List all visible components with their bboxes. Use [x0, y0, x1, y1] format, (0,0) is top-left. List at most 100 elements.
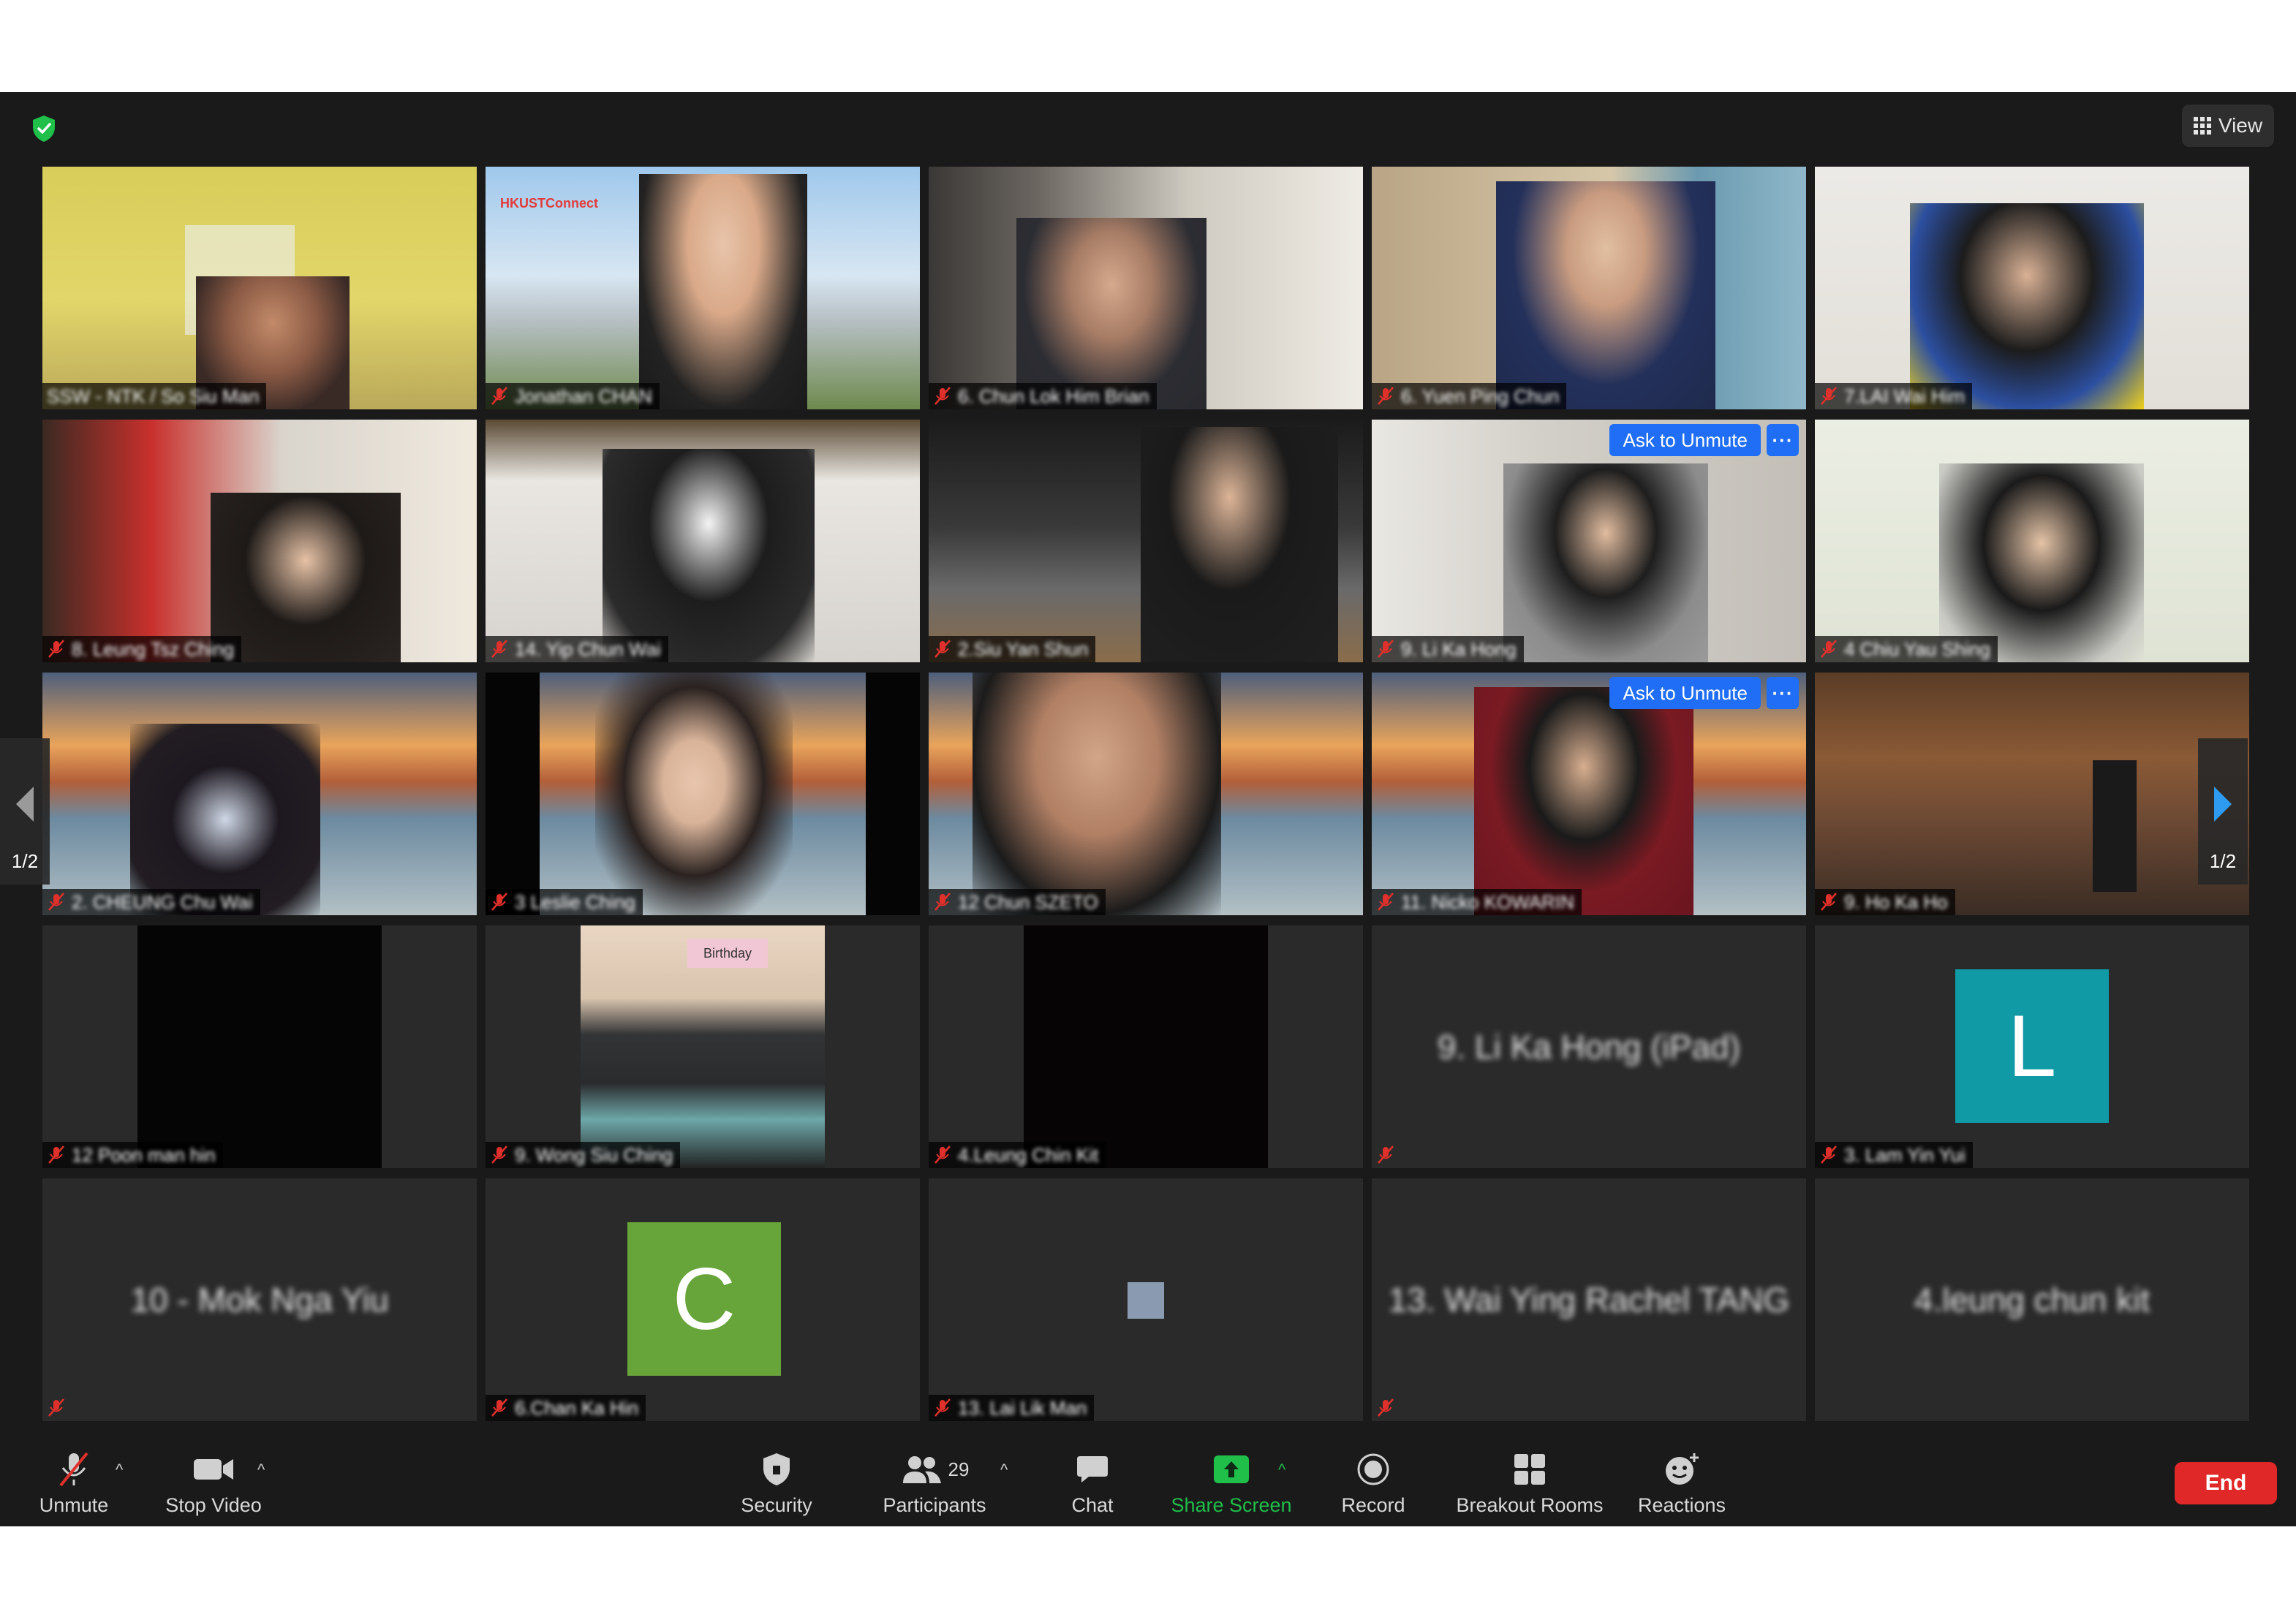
page-indicator: 1/2 — [2209, 850, 2237, 872]
participant-name-bar: 9. Li Ka Hong — [1372, 636, 1524, 662]
participant-name: 14. Yip Chun Wai — [515, 637, 661, 660]
caret-up-icon[interactable]: ^ — [1278, 1461, 1285, 1480]
page-indicator: 1/2 — [11, 850, 39, 872]
participant-name: 12 Chun SZETO — [958, 890, 1098, 913]
video-tile[interactable]: 4.Leung Chin Kit — [929, 925, 1363, 1168]
mic-muted-icon — [48, 893, 64, 911]
participant-name-centered: 10 - Mok Nga Yiu — [130, 1281, 389, 1319]
mic-muted-icon — [1821, 893, 1837, 911]
unmute-button[interactable]: Unmute — [34, 1449, 114, 1522]
chevron-left-icon — [16, 787, 34, 822]
participant-name-bar: 9. Ho Ka Ho — [1815, 889, 1955, 915]
mic-muted-icon — [934, 640, 951, 658]
participant-name-bar — [42, 1395, 73, 1421]
mic-muted-icon — [491, 893, 507, 911]
video-tile[interactable]: L 3. Lam Yin Yui — [1815, 925, 2249, 1168]
video-tile[interactable]: 4 Chiu Yau Shing — [1815, 420, 2249, 662]
record-button[interactable]: Record — [1328, 1449, 1419, 1522]
video-tile[interactable]: 2.Siu Yan Shun — [929, 420, 1363, 662]
mic-muted-icon — [491, 640, 507, 658]
mic-muted-icon — [934, 387, 951, 405]
hkust-connect-logo: HKUSTConnect — [500, 196, 598, 211]
reactions-button[interactable]: Reactions — [1631, 1449, 1733, 1522]
caret-up-icon[interactable]: ^ — [116, 1461, 123, 1480]
video-tile[interactable]: C 6.Chan Ka Hin — [486, 1178, 920, 1421]
breakout-rooms-label: Breakout Rooms — [1456, 1494, 1604, 1516]
video-tile-active-speaker[interactable]: SSW - NTK / So Siu Man — [42, 167, 477, 409]
mic-muted-icon — [1378, 893, 1394, 911]
participant-name: 4 Chiu Yau Shing — [1844, 637, 1990, 660]
more-options-button[interactable]: ··· — [1767, 424, 1799, 456]
stop-video-button[interactable]: Stop Video — [162, 1449, 265, 1522]
mic-muted-icon — [1378, 387, 1394, 405]
video-tile[interactable]: Birthday 9. Wong Siu Ching — [486, 925, 920, 1168]
more-options-button[interactable]: ··· — [1767, 677, 1799, 709]
participant-name: 9. Li Ka Hong — [1401, 637, 1517, 660]
security-shield-icon — [763, 1453, 790, 1485]
video-tile[interactable]: 12 Chun SZETO — [929, 673, 1363, 915]
participant-name-bar: 12 Chun SZETO — [929, 889, 1106, 915]
participant-name-bar: 9. Wong Siu Ching — [486, 1142, 681, 1168]
view-label: View — [2218, 114, 2263, 137]
breakout-rooms-icon — [1514, 1454, 1545, 1485]
participant-name: 7.LAI Wai Him — [1844, 385, 1965, 407]
next-page-button[interactable]: 1/2 — [2198, 738, 2248, 885]
mic-muted-icon — [1821, 640, 1837, 658]
video-tile[interactable]: 4.leung chun kit — [1815, 1178, 2249, 1421]
video-tile[interactable]: 8. Leung Tsz Ching — [42, 420, 477, 662]
caret-up-icon[interactable]: ^ — [1000, 1461, 1008, 1480]
participants-icon — [902, 1456, 941, 1483]
shield-check-icon[interactable] — [31, 114, 57, 143]
mic-muted-icon — [934, 893, 951, 911]
participant-name-bar: 6.Chan Ka Hin — [486, 1395, 646, 1421]
previous-page-button[interactable]: 1/2 — [0, 738, 50, 885]
caret-up-icon[interactable]: ^ — [257, 1461, 265, 1480]
video-tile[interactable]: 2. CHEUNG Chu Wai — [42, 673, 477, 915]
end-meeting-button[interactable]: End — [2175, 1462, 2277, 1504]
ask-to-unmute-button[interactable]: Ask to Unmute — [1609, 677, 1761, 709]
participant-name-bar: 12 Poon man hin — [42, 1142, 223, 1168]
participant-name-bar — [1372, 1395, 1402, 1421]
ask-to-unmute-button[interactable]: Ask to Unmute — [1609, 424, 1761, 456]
video-tile[interactable]: 13. Lai Lik Man — [929, 1178, 1363, 1421]
reactions-icon — [1666, 1453, 1699, 1485]
video-tile[interactable]: 7.LAI Wai Him — [1815, 167, 2249, 409]
chevron-right-icon — [2214, 787, 2232, 822]
video-tile[interactable]: 6. Yuen Ping Chun — [1372, 167, 1806, 409]
chat-label: Chat — [1071, 1494, 1114, 1516]
security-button[interactable]: Security — [733, 1449, 820, 1522]
mic-muted-icon — [934, 1398, 951, 1417]
meeting-toolbar: Unmute ^ Stop Video ^ Security 29 Partic… — [0, 1442, 2296, 1526]
mic-muted-icon — [59, 1452, 88, 1487]
participant-name-bar: 4.Leung Chin Kit — [929, 1142, 1106, 1168]
mic-muted-icon — [1378, 640, 1394, 658]
video-tile[interactable]: 6. Chun Lok Him Brian — [929, 167, 1363, 409]
video-tile[interactable]: Ask to Unmute ··· 9. Li Ka Hong — [1372, 420, 1806, 662]
video-tile[interactable]: 12 Poon man hin — [42, 925, 477, 1168]
view-button[interactable]: View — [2182, 105, 2274, 147]
participant-name-bar: 2.Siu Yan Shun — [929, 636, 1096, 662]
video-tile[interactable]: 13. Wai Ying Rachel TANG — [1372, 1178, 1806, 1421]
video-tile[interactable]: 3 Leslie Ching — [486, 673, 920, 915]
mic-muted-icon — [48, 1398, 64, 1417]
participant-name: 6.Chan Ka Hin — [515, 1396, 639, 1419]
mic-muted-icon — [1821, 387, 1837, 405]
participant-name-bar: 4 Chiu Yau Shing — [1815, 636, 1998, 662]
participant-name: 9. Wong Siu Ching — [515, 1143, 673, 1166]
security-label: Security — [741, 1494, 812, 1516]
participant-name: 4.Leung Chin Kit — [958, 1143, 1099, 1166]
participant-name-bar: 7.LAI Wai Him — [1815, 383, 1973, 409]
video-tile[interactable]: 10 - Mok Nga Yiu — [42, 1178, 477, 1421]
share-screen-label: Share Screen — [1171, 1494, 1292, 1516]
video-tile[interactable]: Ask to Unmute ··· 11. Nicko KOWARIN — [1372, 673, 1806, 915]
mic-muted-icon — [1378, 1145, 1394, 1164]
video-tile[interactable]: 14. Yip Chun Wai — [486, 420, 920, 662]
participants-button[interactable]: 29 Participants — [876, 1449, 993, 1522]
participant-name: 12 Poon man hin — [72, 1143, 216, 1166]
share-screen-button[interactable]: Share Screen — [1166, 1449, 1297, 1522]
video-tile[interactable]: HKUSTConnect Jonathan CHAN — [486, 167, 920, 409]
breakout-rooms-button[interactable]: Breakout Rooms — [1449, 1449, 1610, 1522]
video-tile[interactable]: 9. Ho Ka Ho — [1815, 673, 2249, 915]
chat-button[interactable]: Chat — [1056, 1449, 1129, 1522]
video-tile[interactable]: 9. Li Ka Hong (iPad) — [1372, 925, 1806, 1168]
